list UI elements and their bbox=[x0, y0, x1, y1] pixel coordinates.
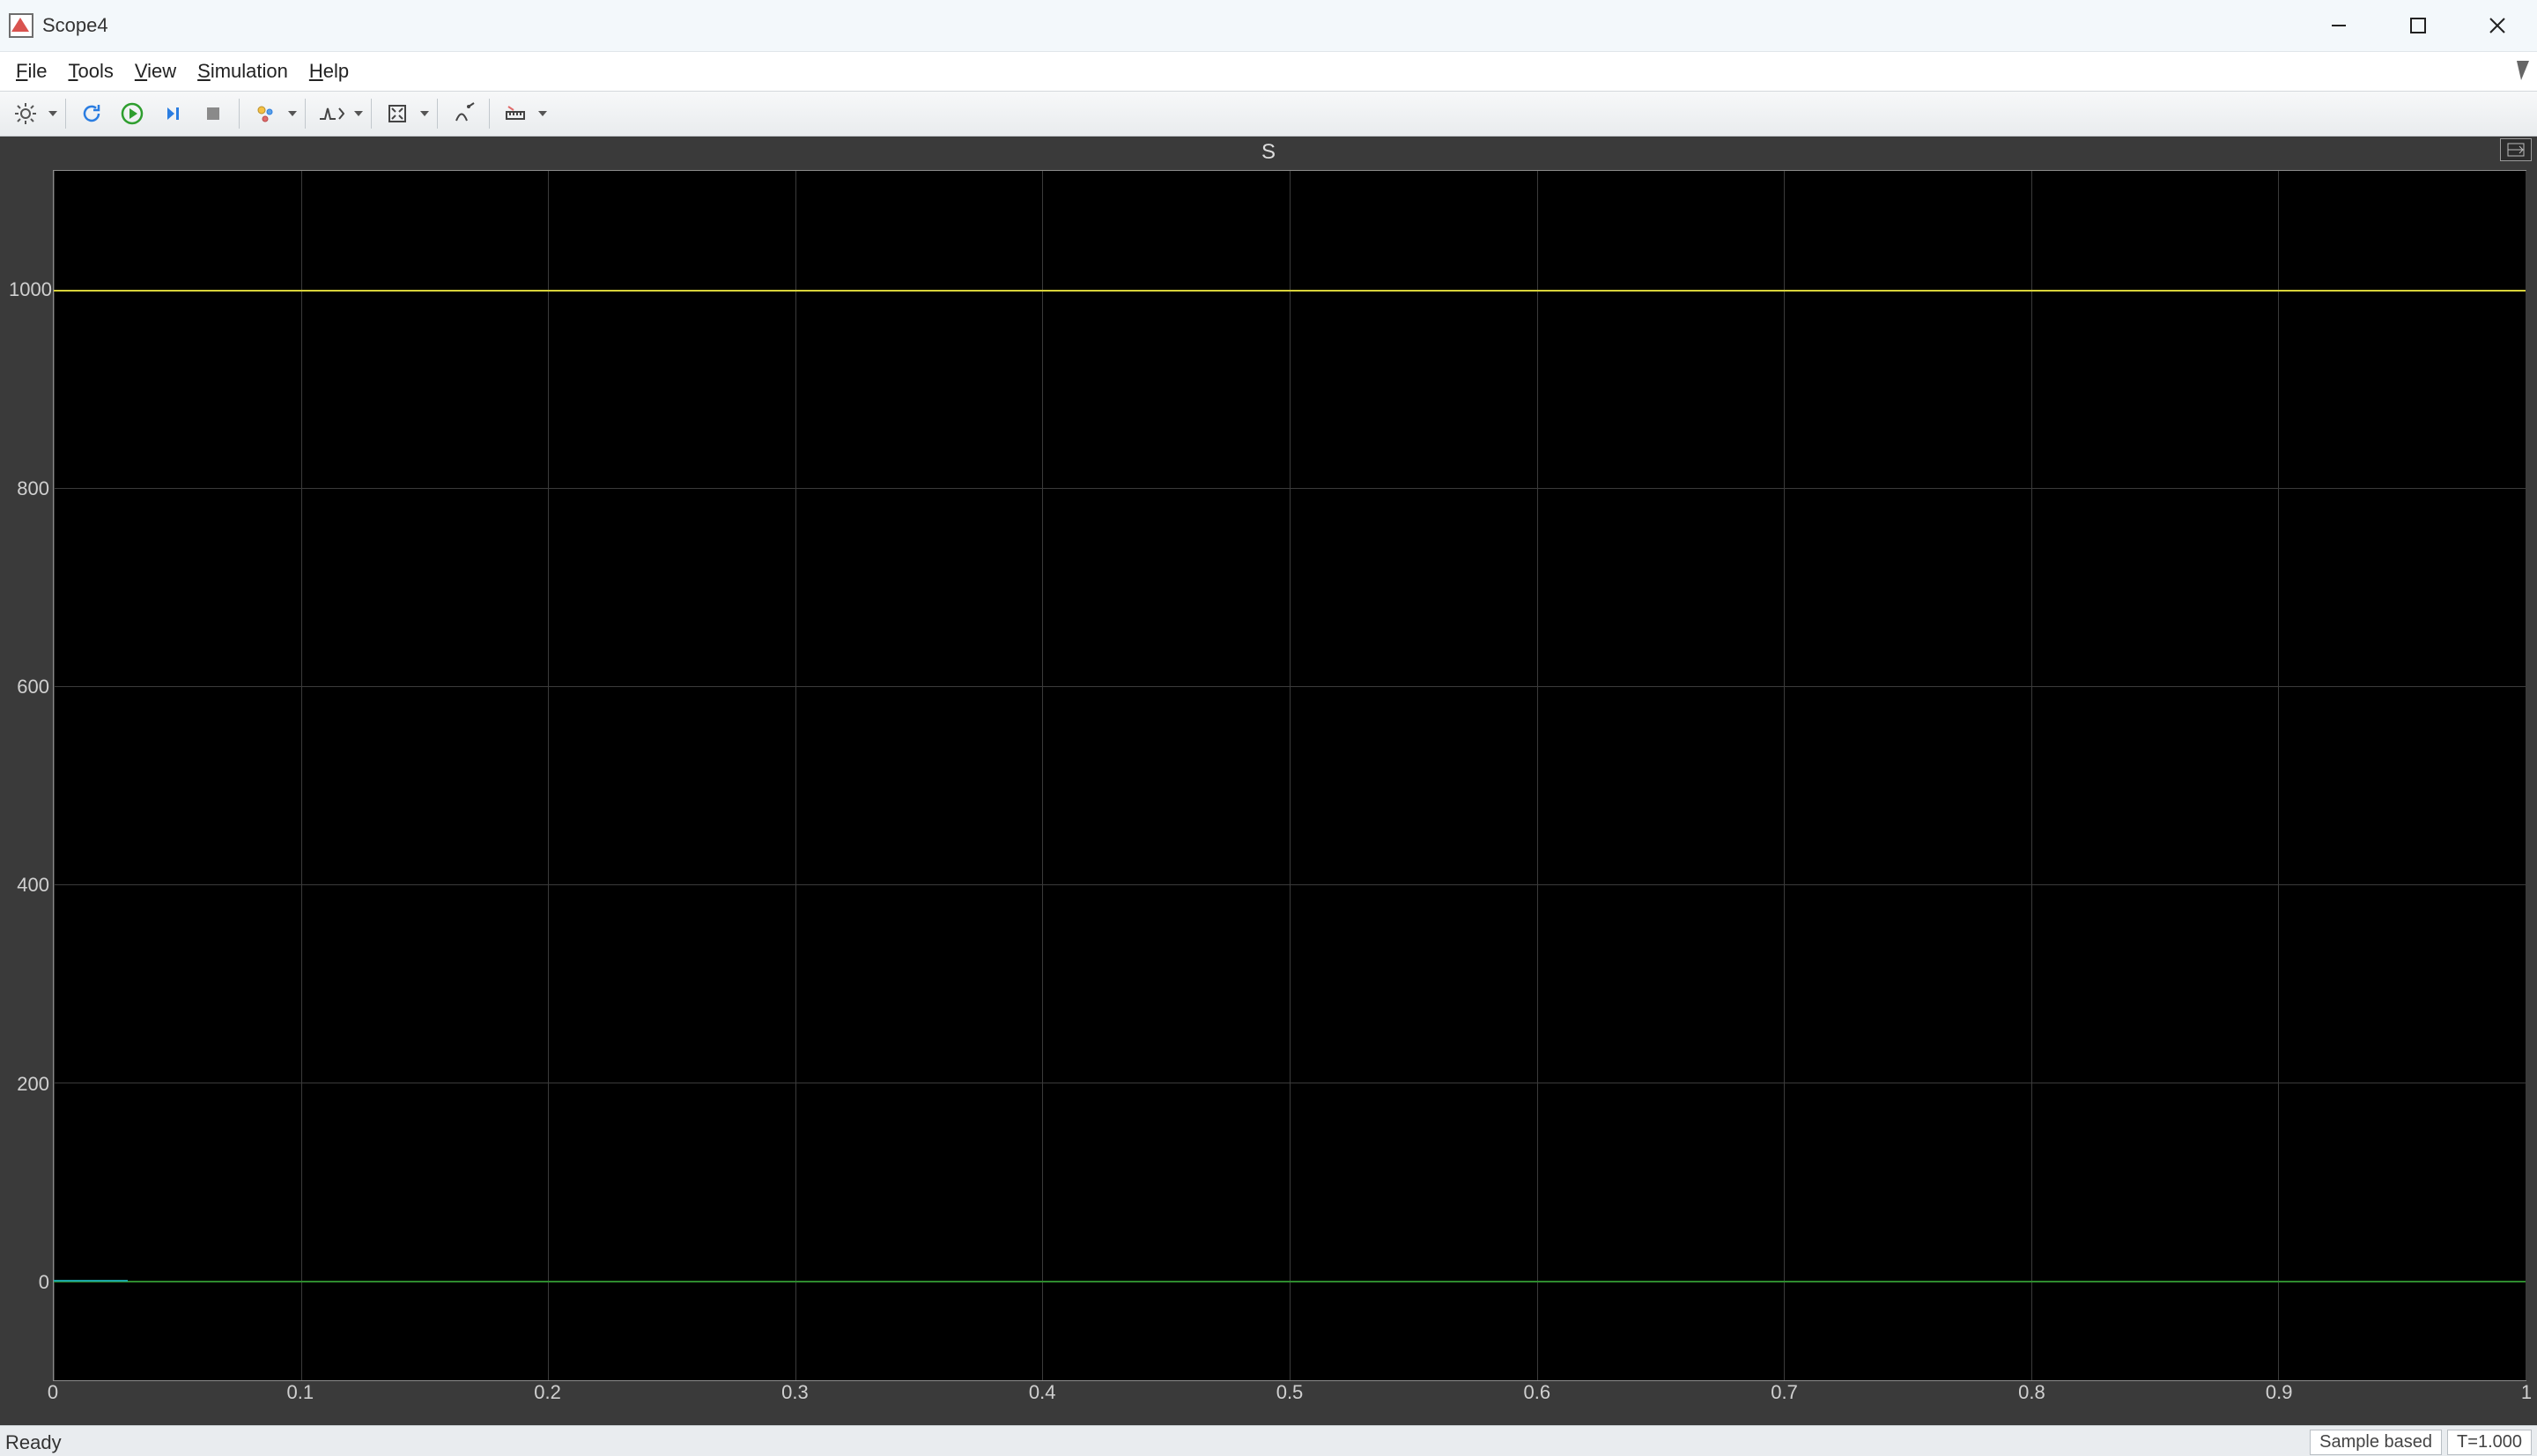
settings-button[interactable] bbox=[7, 95, 44, 132]
trigger-button[interactable] bbox=[313, 95, 350, 132]
gridline-h bbox=[54, 686, 2526, 687]
ytick-label: 600 bbox=[9, 676, 49, 698]
maximize-button[interactable] bbox=[2378, 0, 2458, 51]
gridline-v bbox=[2031, 171, 2032, 1380]
xtick-label: 0.8 bbox=[2018, 1381, 2045, 1416]
xtick-label: 0.9 bbox=[2266, 1381, 2293, 1416]
scope-layout-icon[interactable] bbox=[2500, 138, 2532, 161]
minimize-button[interactable] bbox=[2299, 0, 2378, 51]
toolbar-sep bbox=[489, 99, 490, 129]
gridline-h bbox=[54, 488, 2526, 489]
gridline-v bbox=[301, 171, 302, 1380]
restart-button[interactable] bbox=[73, 95, 110, 132]
menu-simulation[interactable]: Simulation bbox=[187, 56, 299, 86]
xtick-label: 0.3 bbox=[781, 1381, 809, 1416]
chart-title: S bbox=[0, 140, 2537, 168]
xtick-label: 0.4 bbox=[1029, 1381, 1056, 1416]
window-title: Scope4 bbox=[42, 14, 108, 37]
xtick-label: 0.2 bbox=[534, 1381, 561, 1416]
status-bar: Ready Sample based T=1.000 bbox=[0, 1425, 2537, 1456]
autoscale-button[interactable] bbox=[379, 95, 416, 132]
gridline-v bbox=[795, 171, 796, 1380]
gridline-h bbox=[54, 884, 2526, 885]
xtick-label: 0 bbox=[48, 1381, 58, 1416]
axes[interactable]: 0200400600800100000.10.20.30.40.50.60.70… bbox=[9, 170, 2526, 1381]
run-button[interactable] bbox=[114, 95, 151, 132]
gridline-v bbox=[1290, 171, 1291, 1380]
plot-surface[interactable] bbox=[53, 170, 2526, 1381]
xtick-label: 1 bbox=[2521, 1381, 2532, 1416]
title-bar: Scope4 bbox=[0, 0, 2537, 52]
ytick-label: 0 bbox=[9, 1271, 49, 1294]
trace-signal1 bbox=[54, 290, 2526, 292]
scope-area: S 0 200 400 600 800 1000 0 0.1 0.2 0.3 0.4 0.5 0.6 0.… bbox=[0, 137, 2537, 1425]
menubar-tearoff-icon[interactable] bbox=[2514, 55, 2532, 84]
window-buttons bbox=[2299, 0, 2537, 51]
menu-file[interactable]: File bbox=[5, 56, 57, 86]
gridline-v bbox=[548, 171, 549, 1380]
app-icon bbox=[9, 13, 33, 38]
menu-bar: File Tools View Simulation Help bbox=[0, 52, 2537, 92]
status-sample-mode: Sample based bbox=[2310, 1430, 2442, 1455]
toolbar bbox=[0, 92, 2537, 137]
toolbar-sep bbox=[371, 99, 372, 129]
menu-view[interactable]: View bbox=[124, 56, 187, 86]
toolbar-sep bbox=[239, 99, 240, 129]
measure-button[interactable] bbox=[497, 95, 534, 132]
stop-button[interactable] bbox=[195, 95, 232, 132]
ytick-label: 200 bbox=[9, 1073, 49, 1096]
highlight-button[interactable] bbox=[247, 95, 284, 132]
trace-signal3 bbox=[54, 1280, 128, 1296]
gridline-v bbox=[1042, 171, 1043, 1380]
ytick-label: 1000 bbox=[9, 278, 49, 301]
xtick-label: 0.1 bbox=[287, 1381, 314, 1416]
toolbar-sep bbox=[437, 99, 438, 129]
measure-dropdown[interactable] bbox=[536, 111, 550, 116]
step-button[interactable] bbox=[154, 95, 191, 132]
cursors-button[interactable] bbox=[445, 95, 482, 132]
xtick-label: 0.7 bbox=[1771, 1381, 1798, 1416]
close-button[interactable] bbox=[2458, 0, 2537, 51]
gridline-v bbox=[54, 171, 55, 1380]
ytick-label: 400 bbox=[9, 874, 49, 897]
gridline-v bbox=[1537, 171, 1538, 1380]
highlight-dropdown[interactable] bbox=[285, 111, 300, 116]
menu-help[interactable]: Help bbox=[299, 56, 359, 86]
trigger-dropdown[interactable] bbox=[351, 111, 366, 116]
status-time: T=1.000 bbox=[2447, 1430, 2532, 1455]
menu-tools[interactable]: Tools bbox=[57, 56, 123, 86]
gridline-v bbox=[1784, 171, 1785, 1380]
settings-dropdown[interactable] bbox=[46, 111, 60, 116]
trace-signal2 bbox=[54, 1281, 2526, 1282]
autoscale-dropdown[interactable] bbox=[418, 111, 432, 116]
toolbar-sep bbox=[305, 99, 306, 129]
xtick-label: 0.6 bbox=[1524, 1381, 1551, 1416]
ytick-label: 800 bbox=[9, 477, 49, 500]
toolbar-sep bbox=[65, 99, 66, 129]
gridline-v bbox=[2278, 171, 2279, 1380]
xtick-label: 0.5 bbox=[1276, 1381, 1304, 1416]
status-text: Ready bbox=[5, 1431, 62, 1454]
